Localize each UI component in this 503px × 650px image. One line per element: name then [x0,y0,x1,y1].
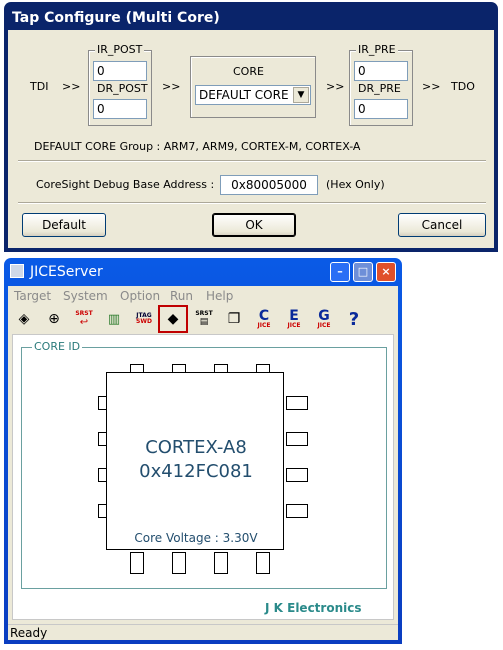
ir-pre-label: IR_PRE [356,43,398,56]
ir-post-field[interactable]: 0 [93,61,147,81]
chip-pin [286,396,308,410]
arrow-2: >> [162,80,181,93]
close-button[interactable]: × [376,262,396,282]
menu-run[interactable]: Run [170,288,193,304]
jtag-swd-icon[interactable]: JTAG SWD [132,307,156,331]
coresight-address-field[interactable]: 0x80005000 [220,175,318,195]
tap-configure-dialog: Tap Configure (Multi Core) TDI >> IR_POS… [4,2,498,252]
search-icon[interactable]: ⊕ [42,307,66,331]
dr-post-field[interactable]: 0 [93,99,147,119]
chip-pin [286,504,308,518]
core-voltage: Core Voltage : 3.30V [134,531,258,545]
chip-pin [286,468,308,482]
tdi-label: TDI [30,80,49,93]
srst-board-icon[interactable]: SRST ▤ [192,307,216,331]
menu-help[interactable]: Help [206,288,233,304]
arrow-3: >> [326,80,345,93]
window-title: JICEServer [30,264,103,280]
swd-text: SWD [136,318,152,325]
chip-graphic: CORTEX-A8 0x412FC081 Core Voltage : 3.30… [106,372,284,550]
hex-only-hint: (Hex Only) [326,178,385,191]
g-jice-icon[interactable]: G JICE [312,307,336,331]
divider-1 [18,160,486,162]
dialog-title: Tap Configure (Multi Core) [12,10,220,26]
status-bar: Ready [8,624,398,640]
group-text: DEFAULT CORE Group : ARM7, ARM9, CORTEX-… [34,140,361,153]
ir-post-label: IR_POST [95,43,145,56]
arrow-1: >> [62,80,81,93]
maximize-button[interactable]: □ [353,262,373,282]
chip-pin [214,552,228,574]
dr-post-label: DR_POST [95,82,150,95]
dr-pre-field[interactable]: 0 [354,99,408,119]
status-text: Ready [10,626,48,640]
jiceserver-window: JICEServer – □ × Target System Option Ru… [4,258,402,644]
menu-option[interactable]: Option [120,288,160,304]
minimize-button[interactable]: – [330,262,350,282]
help-icon[interactable]: ? [342,307,366,331]
target-icon[interactable]: ◈ [12,307,36,331]
core-select[interactable]: DEFAULT CORE ▼ [195,85,311,105]
ir-pre-field[interactable]: 0 [354,61,408,81]
windows-icon[interactable]: ❐ [222,307,246,331]
ok-button[interactable]: OK [212,213,296,237]
core-id-label: CORE ID [32,340,83,353]
window-client: Target System Option Run Help ◈ ⊕ SRST ↩ … [8,286,398,640]
divider-2 [18,202,486,204]
dialog-client: TDI >> IR_POST 0 DR_POST 0 >> CORE DEFAU… [8,30,494,248]
tap-configure-icon[interactable]: ◆ [158,305,188,333]
core-id-group: CORE ID CORTEX-A8 0x412FC081 Core Voltag… [21,340,387,589]
default-button[interactable]: Default [22,213,106,237]
chip-pin [256,552,270,574]
tdo-label: TDO [451,80,475,93]
cancel-button[interactable]: Cancel [398,213,486,237]
c-letter: C [258,308,270,324]
e-jice-icon[interactable]: E JICE [282,307,306,331]
chip-name: CORTEX-A8 [145,437,247,458]
brand-label: J K Electronics [265,601,362,615]
menu-target[interactable]: Target [14,288,51,304]
core-select-value: DEFAULT CORE [199,88,289,102]
menu-system[interactable]: System [63,288,108,304]
e-letter: E [289,308,299,324]
pre-group: IR_PRE 0 DR_PRE 0 [349,44,413,126]
main-panel: CORE ID CORTEX-A8 0x412FC081 Core Voltag… [12,334,394,620]
coresight-label: CoreSight Debug Base Address : [36,178,215,191]
core-group: CORE DEFAULT CORE ▼ [190,56,316,118]
srst-icon[interactable]: SRST ↩ [72,307,96,331]
chevron-down-icon[interactable]: ▼ [293,87,309,103]
dr-pre-label: DR_PRE [356,82,403,95]
jice-text-2: JICE [287,322,301,329]
chip-pin [286,432,308,446]
post-group: IR_POST 0 DR_POST 0 [88,44,152,126]
pins-icon[interactable]: ▥ [102,307,126,331]
c-jice-icon[interactable]: C JICE [252,307,276,331]
arrow-4: >> [422,80,441,93]
jice-text-1: JICE [257,322,271,329]
chip-pin [130,552,144,574]
core-label: CORE [233,65,264,78]
chip-id: 0x412FC081 [139,461,253,482]
g-letter: G [318,308,330,324]
jice-text-3: JICE [317,322,331,329]
chip-pin [172,552,186,574]
